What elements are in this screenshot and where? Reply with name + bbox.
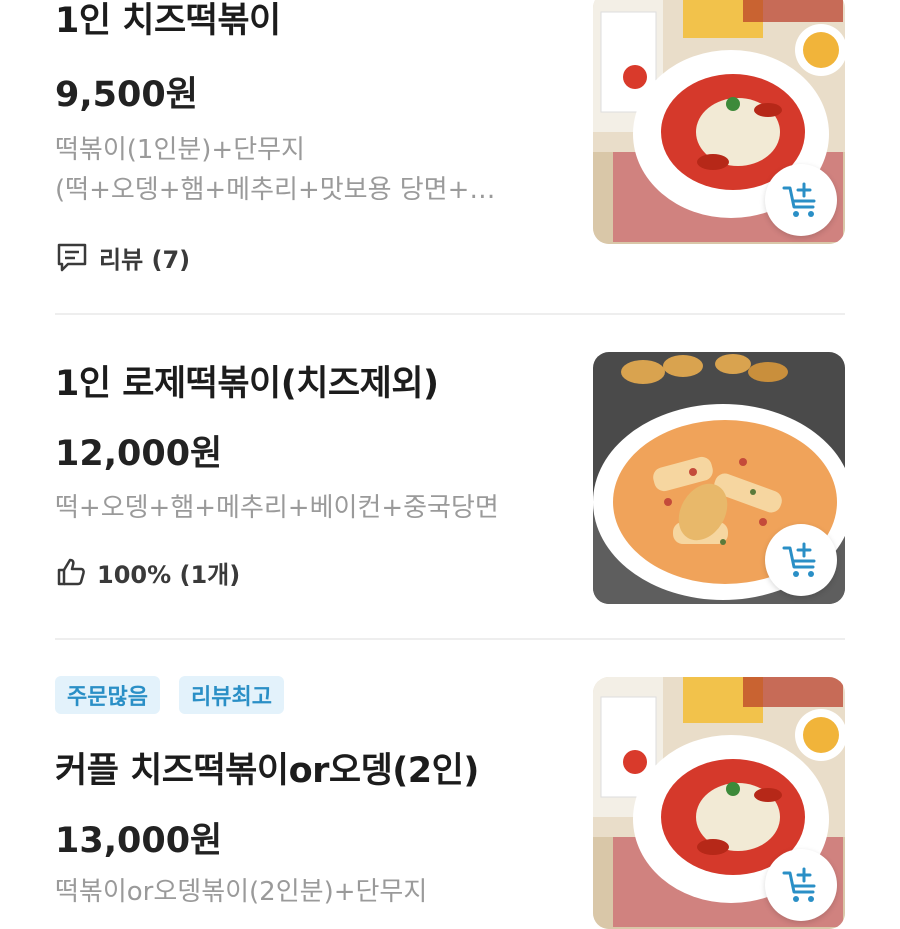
menu-item-price: 9,500원 (55, 75, 198, 115)
cart-plus-icon (782, 542, 816, 577)
menu-item-couple-tteokbokki[interactable]: 주문많음 리뷰최고 커플 치즈떡볶이or오뎅(2인) 13,000원 떡볶이or… (0, 640, 900, 929)
thumbs-up-icon (57, 558, 85, 586)
review-link[interactable]: 리뷰 (7) (55, 240, 190, 274)
menu-item-name: 1인 치즈떡볶이 (55, 1, 281, 41)
add-to-cart-button[interactable] (765, 524, 837, 596)
menu-item-photo[interactable] (593, 0, 845, 244)
review-icon (57, 243, 87, 272)
menu-item-cheese-tteokbokki[interactable]: 1인 치즈떡볶이 9,500원 떡볶이(1인분)+단무지 (떡+오뎅+햄+메추리… (0, 0, 900, 315)
menu-item-desc-line2: (떡+오뎅+햄+메추리+맛보용 당면+… (55, 175, 496, 205)
menu-item-photo[interactable] (593, 677, 845, 929)
menu-item-desc-line1: 떡+오뎅+햄+메추리+베이컨+중국당면 (55, 493, 499, 523)
menu-item-photo[interactable] (593, 352, 845, 604)
menu-item-name: 1인 로제떡볶이(치즈제외) (55, 364, 439, 404)
review-count: 리뷰 (7) (99, 245, 191, 274)
cart-plus-icon (782, 182, 816, 217)
menu-item-name: 커플 치즈떡볶이or오뎅(2인) (55, 751, 479, 791)
add-to-cart-button[interactable] (765, 849, 837, 921)
add-to-cart-button[interactable] (765, 164, 837, 236)
menu-item-desc-line1: 떡볶이or오뎅볶이(2인분)+단무지 (55, 877, 428, 907)
tag-best-reviews: 리뷰최고 (179, 676, 284, 714)
menu-item-rose-tteokbokki[interactable]: 1인 로제떡볶이(치즈제외) 12,000원 떡+오뎅+햄+메추리+베이컨+중국… (0, 315, 900, 640)
menu-item-price: 13,000원 (55, 821, 223, 861)
menu-item-desc-line1: 떡볶이(1인분)+단무지 (55, 135, 305, 165)
rating: 100% (1개) (55, 555, 240, 589)
cart-plus-icon (782, 867, 816, 902)
rating-text: 100% (1개) (97, 560, 241, 589)
menu-item-price: 12,000원 (55, 434, 223, 474)
tag-popular-orders: 주문많음 (55, 676, 160, 714)
